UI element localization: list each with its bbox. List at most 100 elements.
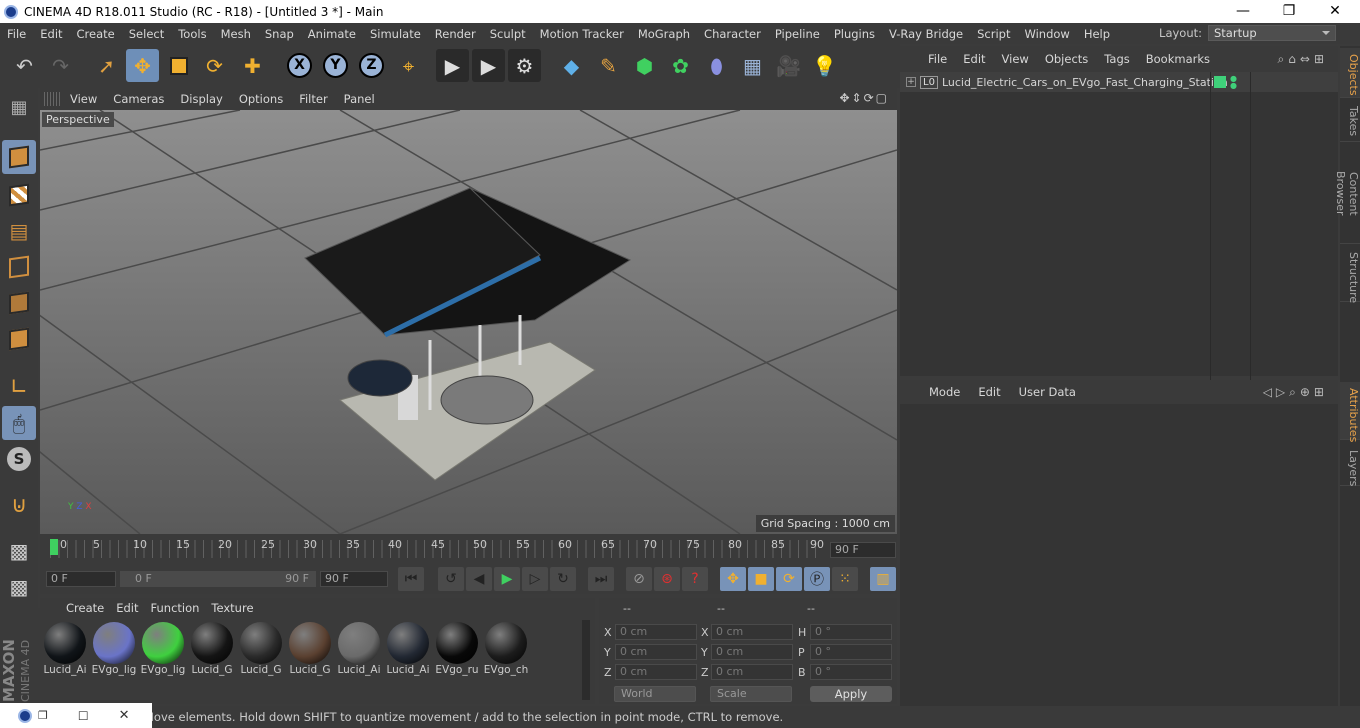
render-view-icon[interactable]: ▶: [436, 49, 469, 82]
workplane-rotate-icon[interactable]: ▩: [2, 570, 36, 604]
viewport-menu-display[interactable]: Display: [172, 92, 230, 106]
viewport-menu-view[interactable]: View: [62, 92, 105, 106]
object-menu-objects[interactable]: Objects: [1037, 52, 1096, 66]
next-key-icon[interactable]: ↻: [550, 567, 576, 591]
light-icon[interactable]: 💡: [808, 49, 841, 82]
material-swatch[interactable]: EVgo_lig: [91, 620, 137, 678]
menu-window[interactable]: Window: [1017, 27, 1076, 41]
pen-spline-icon[interactable]: ✎: [592, 49, 625, 82]
visibility-dots-icon[interactable]: ● ●: [1230, 75, 1237, 90]
menu-render[interactable]: Render: [428, 27, 483, 41]
make-editable-icon[interactable]: ▦: [2, 90, 36, 124]
menu-plugins[interactable]: Plugins: [827, 27, 882, 41]
material-menu-function[interactable]: Function: [145, 601, 206, 615]
menu-pipeline[interactable]: Pipeline: [768, 27, 827, 41]
close-thumb-icon[interactable]: ✕: [119, 708, 130, 723]
attribute-menu-edit[interactable]: Edit: [969, 385, 1009, 399]
prev-key-icon[interactable]: ↺: [438, 567, 464, 591]
menu-animate[interactable]: Animate: [301, 27, 363, 41]
coordinate-system-icon[interactable]: ⌖: [392, 49, 425, 82]
material-scrollbar[interactable]: [582, 620, 590, 700]
coord-system-dropdown[interactable]: World: [614, 686, 696, 702]
size-y-field[interactable]: 0 cm: [711, 644, 793, 660]
menu-edit[interactable]: Edit: [33, 27, 69, 41]
current-frame-field[interactable]: 90 F: [830, 542, 896, 558]
rot-h-field[interactable]: 0 °: [810, 624, 892, 640]
z-axis-lock-button[interactable]: Z: [355, 49, 388, 82]
key-parameter-icon[interactable]: Ⓟ: [804, 567, 830, 591]
viewport-menu-panel[interactable]: Panel: [336, 92, 383, 106]
maximize-button[interactable]: ❐: [1266, 0, 1312, 23]
magnet-icon[interactable]: ⊍: [2, 488, 36, 522]
restore-icon[interactable]: ❐: [38, 709, 48, 722]
viewport-menu-options[interactable]: Options: [231, 92, 291, 106]
material-menu-texture[interactable]: Texture: [205, 601, 259, 615]
tab-content-browser[interactable]: Content Browser: [1334, 144, 1360, 244]
deformer-icon[interactable]: ⬮: [700, 49, 733, 82]
key-pla-icon[interactable]: ⁙: [832, 567, 858, 591]
timeline-ruler[interactable]: 0 5 10 15 20 25 30 35 40 45 50 55 60 65 …: [40, 534, 897, 564]
pos-z-field[interactable]: 0 cm: [615, 664, 697, 680]
layout-dropdown[interactable]: Startup: [1208, 25, 1336, 41]
x-axis-lock-button[interactable]: X: [283, 49, 316, 82]
pos-x-field[interactable]: 0 cm: [615, 624, 697, 640]
camera-label[interactable]: Perspective: [42, 112, 114, 127]
size-mode-dropdown[interactable]: Scale: [710, 686, 792, 702]
tab-objects[interactable]: Objects: [1340, 48, 1360, 98]
workplane-mode-icon[interactable]: ▤: [2, 214, 36, 248]
menu-snap[interactable]: Snap: [258, 27, 301, 41]
object-menu-tags[interactable]: Tags: [1096, 52, 1137, 66]
attribute-menu-user-data[interactable]: User Data: [1010, 385, 1085, 399]
material-swatch[interactable]: EVgo_lig: [140, 620, 186, 678]
key-position-icon[interactable]: ✥: [720, 567, 746, 591]
rot-b-field[interactable]: 0 °: [810, 664, 892, 680]
edge-mode-icon[interactable]: [2, 286, 36, 320]
live-selection-icon[interactable]: ✚: [236, 49, 269, 82]
material-swatch[interactable]: Lucid_G: [189, 620, 235, 678]
material-swatch[interactable]: Lucid_Ai: [336, 620, 382, 678]
goto-end-icon[interactable]: ⏭: [588, 567, 614, 591]
goto-start-icon[interactable]: ⏮: [398, 567, 424, 591]
key-scale-icon[interactable]: ■: [748, 567, 774, 591]
menu-simulate[interactable]: Simulate: [363, 27, 428, 41]
size-x-field[interactable]: 0 cm: [711, 624, 793, 640]
move-tool-icon[interactable]: ✥: [126, 49, 159, 82]
material-swatch[interactable]: EVgo_ru: [434, 620, 480, 678]
render-picture-viewer-icon[interactable]: ▶: [472, 49, 505, 82]
rotate-tool-icon[interactable]: ⟳: [198, 49, 231, 82]
start-frame-field[interactable]: 0 F: [46, 571, 116, 587]
layer-color-icon[interactable]: [1214, 76, 1226, 88]
menu-create[interactable]: Create: [70, 27, 122, 41]
playhead-marker[interactable]: [50, 539, 58, 555]
maximize-thumb-icon[interactable]: ☐: [78, 709, 89, 723]
attribute-nav-icons[interactable]: ◁▷⌕⊕⊞: [1263, 385, 1328, 400]
viewport-menu-cameras[interactable]: Cameras: [105, 92, 172, 106]
minimize-button[interactable]: —: [1220, 0, 1266, 23]
viewport-menu-filter[interactable]: Filter: [291, 92, 335, 106]
record-keys-icon[interactable]: ⊘: [626, 567, 652, 591]
workplane-lock-icon[interactable]: ▩: [2, 534, 36, 568]
object-name[interactable]: Lucid_Electric_Cars_on_EVgo_Fast_Chargin…: [942, 76, 1228, 89]
object-menu-edit[interactable]: Edit: [955, 52, 993, 66]
subdivision-surface-icon[interactable]: ⬢: [628, 49, 661, 82]
texture-mode-icon[interactable]: [2, 178, 36, 212]
scale-tool-icon[interactable]: [162, 49, 195, 82]
material-swatch[interactable]: EVgo_ch: [483, 620, 529, 678]
tab-layers[interactable]: Layers: [1340, 444, 1360, 486]
menu-sculpt[interactable]: Sculpt: [483, 27, 533, 41]
material-menu-edit[interactable]: Edit: [110, 601, 144, 615]
cube-primitive-icon[interactable]: ◆: [555, 49, 588, 82]
attribute-menu-mode[interactable]: Mode: [920, 385, 969, 399]
undo-icon[interactable]: ↶: [8, 49, 41, 82]
close-button[interactable]: ✕: [1312, 0, 1358, 23]
rot-p-field[interactable]: 0 °: [810, 644, 892, 660]
menu-character[interactable]: Character: [697, 27, 768, 41]
material-swatch[interactable]: Lucid_Ai: [385, 620, 431, 678]
pos-y-field[interactable]: 0 cm: [615, 644, 697, 660]
material-swatch[interactable]: Lucid_G: [287, 620, 333, 678]
range-start-field[interactable]: 0 F: [120, 571, 220, 587]
prev-frame-icon[interactable]: ◀: [466, 567, 492, 591]
menu-mesh[interactable]: Mesh: [214, 27, 258, 41]
viewport-nav-icons[interactable]: ✥⇕⟳▢: [839, 91, 889, 105]
expand-icon[interactable]: +: [906, 77, 916, 87]
